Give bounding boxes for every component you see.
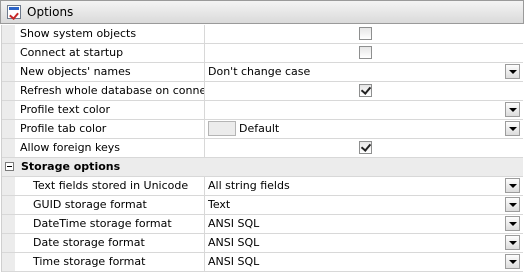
property-label: GUID storage format	[2, 196, 205, 214]
property-label: Allow foreign keys	[2, 139, 205, 157]
time-storage-format-dropdown[interactable]: ANSI SQL	[206, 253, 523, 271]
window-title: Options	[27, 5, 74, 19]
property-value	[206, 139, 523, 157]
property-value	[206, 82, 523, 100]
dropdown-arrow-icon[interactable]	[505, 102, 520, 117]
color-swatch	[208, 121, 236, 136]
property-label: Connect at startup	[2, 44, 205, 62]
property-row-allow-foreign-keys: Allow foreign keys	[2, 139, 523, 158]
property-row-profile-text-color: Profile text color	[2, 101, 523, 120]
dropdown-value: ANSI SQL	[208, 236, 260, 249]
property-row-text-fields-unicode: Text fields stored in Unicode All string…	[2, 177, 523, 196]
dropdown-value: ANSI SQL	[208, 255, 260, 268]
property-row-connect-at-startup: Connect at startup	[2, 44, 523, 63]
dropdown-value: All string fields	[208, 179, 290, 192]
property-label: Date storage format	[2, 234, 205, 252]
property-row-guid-storage-format: GUID storage format Text	[2, 196, 523, 215]
property-label: Show system objects	[2, 25, 205, 43]
property-label: Profile text color	[2, 101, 205, 119]
dropdown-value: ANSI SQL	[208, 217, 260, 230]
dropdown-arrow-icon[interactable]	[505, 178, 520, 193]
options-checklist-icon	[7, 5, 21, 19]
group-label: Storage options	[21, 160, 121, 173]
property-label: Refresh whole database on connect	[2, 82, 205, 100]
property-row-date-storage-format: Date storage format ANSI SQL	[2, 234, 523, 253]
profile-text-color-dropdown[interactable]	[206, 101, 523, 119]
dropdown-value: Text	[208, 198, 231, 211]
property-grid: Show system objects Connect at startup N…	[1, 25, 523, 272]
profile-tab-color-dropdown[interactable]: Default	[206, 120, 523, 138]
dropdown-arrow-icon[interactable]	[505, 235, 520, 250]
options-titlebar: Options	[0, 0, 524, 24]
show-system-objects-checkbox[interactable]	[359, 27, 372, 40]
property-row-datetime-storage-format: DateTime storage format ANSI SQL	[2, 215, 523, 234]
property-row-new-objects-names: New objects' names Don't change case	[2, 63, 523, 82]
guid-storage-format-dropdown[interactable]: Text	[206, 196, 523, 214]
dropdown-value: Don't change case	[208, 65, 311, 78]
property-value	[206, 25, 523, 43]
property-row-profile-tab-color: Profile tab color Default	[2, 120, 523, 139]
refresh-whole-database-checkbox[interactable]	[359, 84, 372, 97]
property-group-storage-options: Storage options	[2, 158, 523, 177]
dropdown-arrow-icon[interactable]	[505, 121, 520, 136]
dropdown-arrow-icon[interactable]	[505, 216, 520, 231]
options-window: Options Show system objects Connect at s…	[0, 0, 524, 273]
property-label: New objects' names	[2, 63, 205, 81]
property-row-refresh-whole-database: Refresh whole database on connect	[2, 82, 523, 101]
color-name: Default	[239, 122, 280, 135]
allow-foreign-keys-checkbox[interactable]	[359, 141, 372, 154]
property-row-show-system-objects: Show system objects	[2, 25, 523, 44]
property-label: Time storage format	[2, 253, 205, 271]
connect-at-startup-checkbox[interactable]	[359, 46, 372, 59]
text-fields-unicode-dropdown[interactable]: All string fields	[206, 177, 523, 195]
property-label: Text fields stored in Unicode	[2, 177, 205, 195]
dropdown-arrow-icon[interactable]	[505, 64, 520, 79]
new-objects-names-dropdown[interactable]: Don't change case	[206, 63, 523, 81]
dropdown-arrow-icon[interactable]	[505, 197, 520, 212]
property-row-time-storage-format: Time storage format ANSI SQL	[2, 253, 523, 272]
property-value	[206, 44, 523, 62]
property-label: Profile tab color	[2, 120, 205, 138]
property-label: DateTime storage format	[2, 215, 205, 233]
datetime-storage-format-dropdown[interactable]: ANSI SQL	[206, 215, 523, 233]
date-storage-format-dropdown[interactable]: ANSI SQL	[206, 234, 523, 252]
dropdown-arrow-icon[interactable]	[505, 254, 520, 269]
